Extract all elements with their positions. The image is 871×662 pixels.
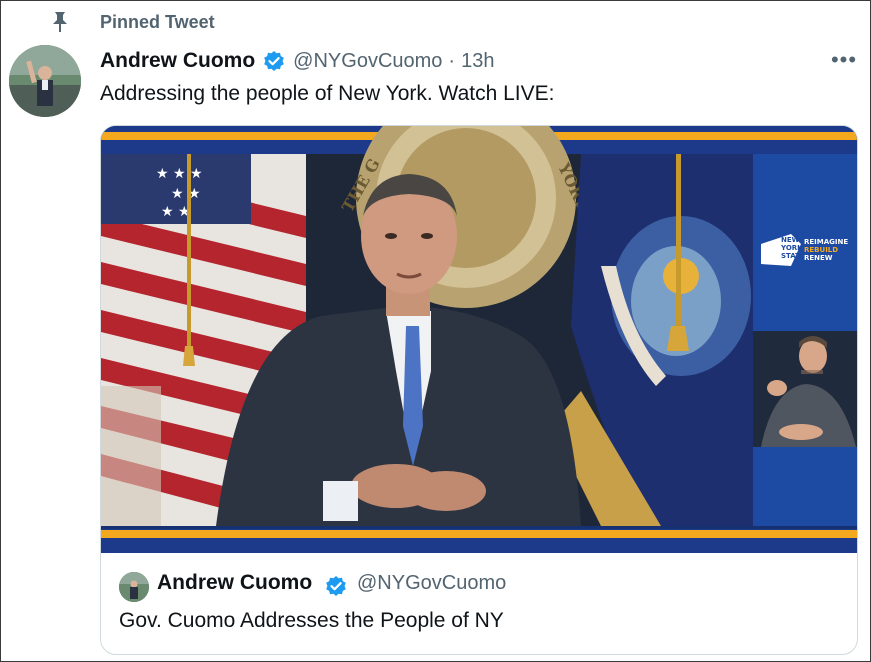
video-player[interactable]: ★ ★ ★ ★ ★ ★ ★ THE G YORK EXCELSIOR NEW Y…: [101, 126, 857, 553]
logo-tagline-2: REBUILD: [804, 246, 838, 254]
tweet-text: Addressing the people of New York. Watch…: [100, 82, 555, 105]
pinned-label: Pinned Tweet: [100, 12, 215, 32]
tweet-timestamp[interactable]: 13h: [461, 50, 494, 73]
logo-line-3: STATE: [781, 252, 805, 260]
more-dots-icon: •••: [830, 47, 858, 72]
author-name[interactable]: Andrew Cuomo: [100, 49, 255, 73]
logo-tagline-3: RENEW: [804, 254, 833, 262]
author-handle[interactable]: @NYGovCuomo: [293, 50, 442, 73]
pin-icon: [53, 12, 67, 32]
interpreter-image: [753, 331, 857, 447]
media-card[interactable]: ★ ★ ★ ★ ★ ★ ★ THE G YORK EXCELSIOR NEW Y…: [100, 125, 858, 655]
author-avatar[interactable]: [9, 45, 81, 117]
avatar-image: [9, 45, 81, 117]
quoted-verified-badge-icon: [326, 576, 346, 596]
quoted-content[interactable]: Andrew Cuomo @NYGovCuomo Gov. Cuomo Addr…: [101, 553, 857, 654]
quoted-author-handle: @NYGovCuomo: [357, 572, 507, 594]
verified-badge-icon: [264, 51, 284, 71]
header-separator: ·: [448, 49, 456, 72]
more-options-button[interactable]: •••: [828, 46, 860, 74]
logo-line-2: YORK: [780, 244, 803, 252]
quoted-title: Gov. Cuomo Addresses the People of NY: [119, 609, 504, 632]
quoted-avatar-image: [119, 572, 149, 602]
quoted-author-avatar[interactable]: [119, 572, 149, 602]
video-frame: ★ ★ ★ ★ ★ ★ ★ THE G YORK EXCELSIOR NEW Y…: [101, 126, 857, 553]
svg-text:★ ★: ★ ★: [171, 186, 201, 202]
svg-text:★ ★: ★ ★: [161, 204, 191, 220]
svg-text:★ ★ ★: ★ ★ ★: [156, 166, 203, 182]
quoted-author-name: Andrew Cuomo: [157, 571, 313, 594]
logo-tagline-1: REIMAGINE: [804, 238, 848, 246]
tweet-header: Andrew Cuomo @NYGovCuomo · 13h: [100, 46, 494, 76]
logo-line-1: NEW: [781, 236, 800, 244]
